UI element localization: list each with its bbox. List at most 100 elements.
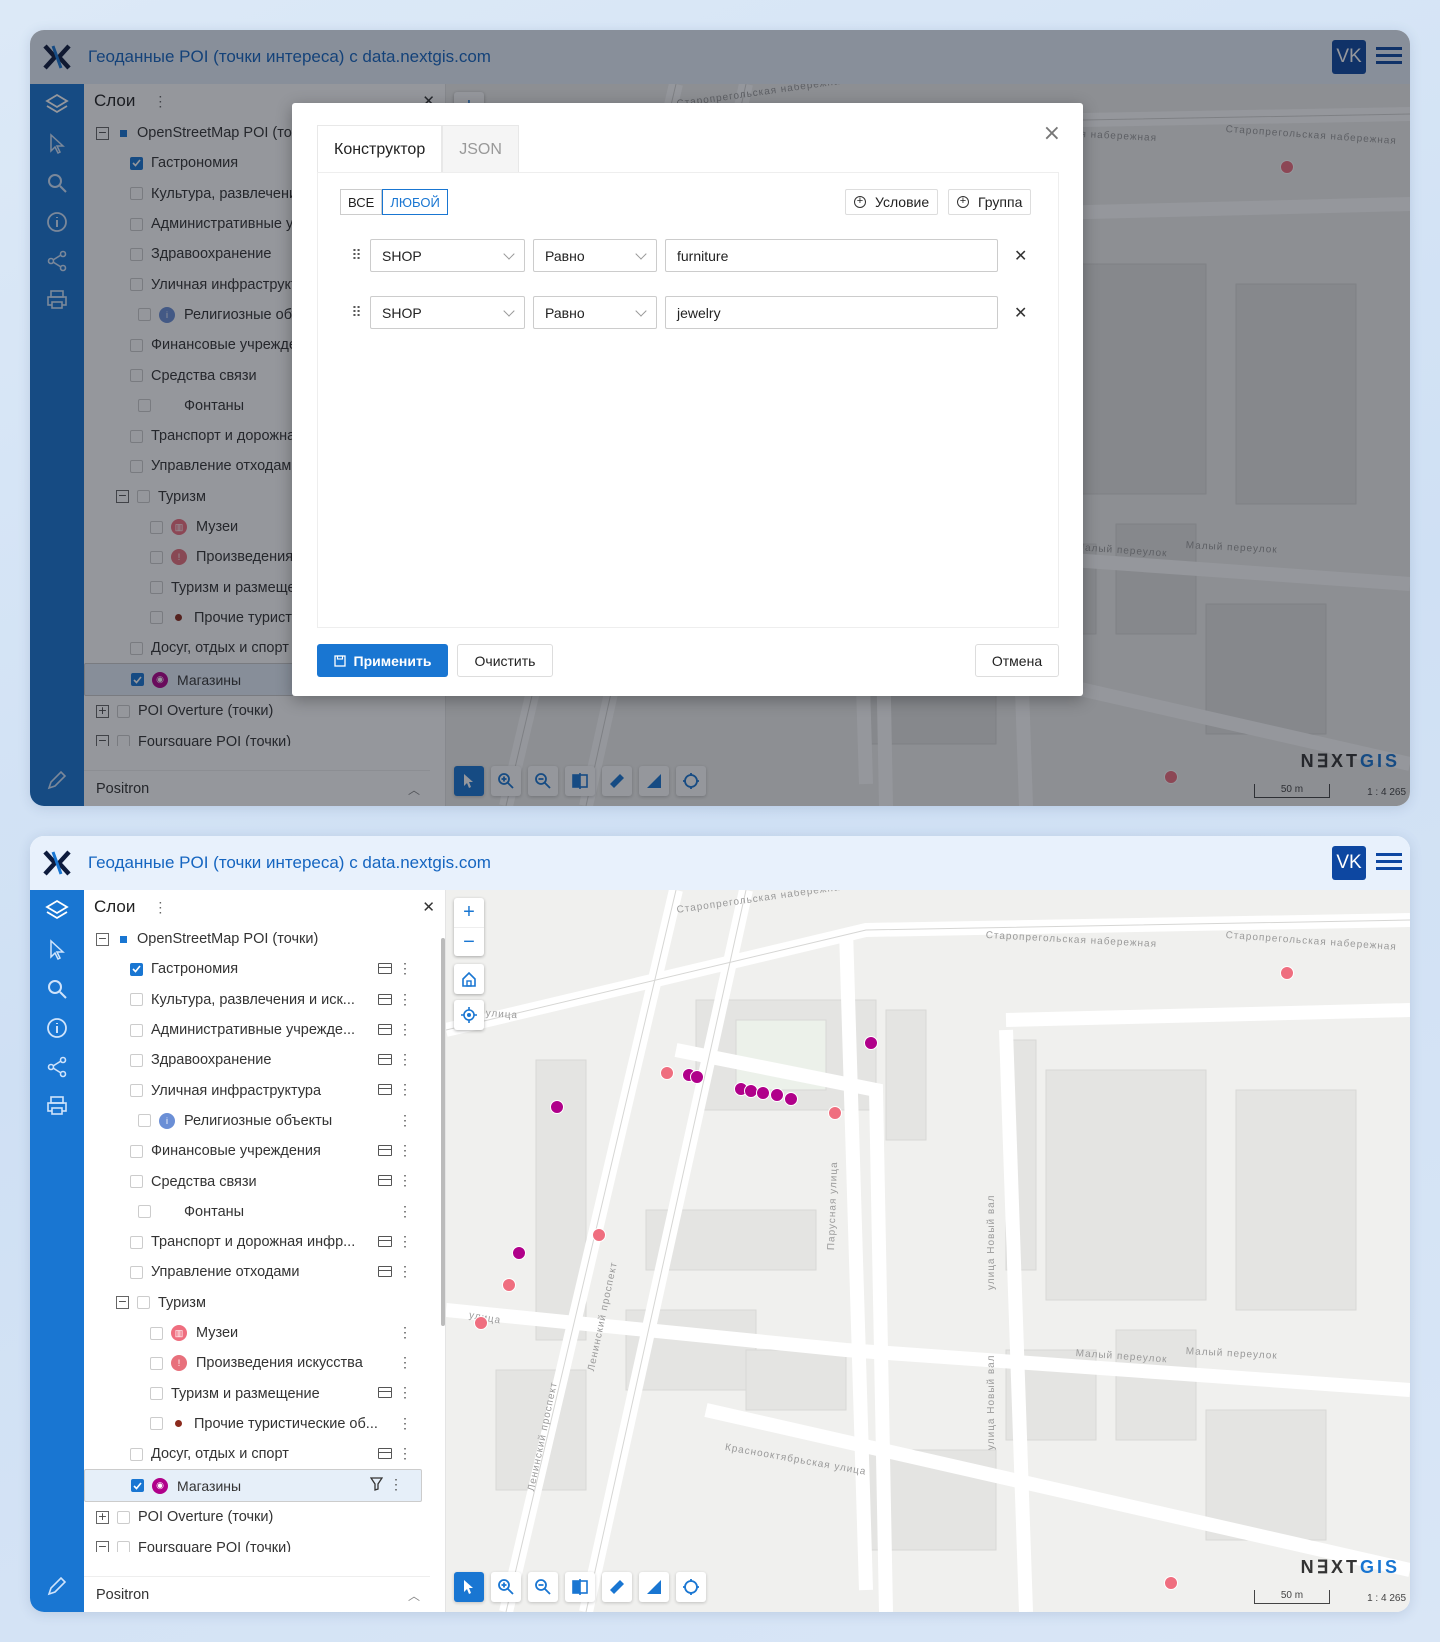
print-icon[interactable] [45,1094,69,1118]
map-view[interactable]: Старопрегольская набережнаяСтаропрегольс… [446,890,1410,1612]
attribute-table-icon[interactable] [378,993,392,1005]
attribute-table-icon[interactable] [378,1084,392,1096]
zoom-out-box-icon[interactable] [528,1572,558,1602]
layer-checkbox[interactable] [130,993,143,1007]
layer-checkbox[interactable] [150,1356,163,1370]
cursor-icon[interactable] [45,938,69,962]
nextgis-x-logo[interactable] [30,836,84,890]
add-condition-button[interactable]: + Условие [845,189,939,215]
layer-checkbox[interactable] [130,1023,143,1037]
select-cursor-icon[interactable] [454,1572,484,1602]
layer-checkbox[interactable] [150,1326,163,1340]
layer-menu-icon[interactable]: ⋮ [389,1476,403,1493]
layer-item[interactable]: Культура, развлечения и иск... ⋮ [84,985,430,1015]
operator-select[interactable]: Равно [533,296,657,329]
layer-checkbox[interactable] [130,1144,143,1158]
layer-item[interactable]: Здравоохранение ⋮ [84,1045,430,1075]
attribute-table-icon[interactable] [378,1235,392,1247]
zoom-out-icon[interactable]: − [454,927,484,956]
layer-item[interactable]: Досуг, отдых и спорт ⋮ [84,1439,430,1469]
layer-item-with-icon[interactable]: Фонтаны ⋮ [84,1197,430,1227]
layer-item[interactable]: ! Произведения искусства ⋮ [84,1348,430,1378]
value-input[interactable]: furniture [665,239,998,272]
layer-item[interactable]: Финансовые учреждения ⋮ [84,1136,430,1166]
layer-checkbox[interactable] [130,962,143,976]
layer-checkbox[interactable] [130,1175,143,1189]
layer-item-with-icon[interactable]: i Религиозные объекты ⋮ [84,1106,430,1136]
layer-menu-icon[interactable]: ⋮ [398,991,412,1008]
attribute-table-icon[interactable] [378,1448,392,1460]
clear-button[interactable]: Очистить [457,644,553,677]
layer-item[interactable]: Транспорт и дорожная инфр... ⋮ [84,1227,430,1257]
home-extent-icon[interactable] [454,964,484,994]
search-icon[interactable] [45,977,69,1001]
circle-tool-icon[interactable] [676,1572,706,1602]
attribute-table-icon[interactable] [378,1387,392,1399]
layer-menu-icon[interactable]: ⋮ [398,1445,412,1462]
match-any-button[interactable]: ЛЮБОЙ [382,189,448,215]
shop-poi-marker[interactable] [784,1092,798,1106]
shop-poi-marker[interactable] [550,1100,564,1114]
attribute-table-icon[interactable] [378,963,392,975]
basemap-selector[interactable]: Positron ︿ [84,1576,430,1612]
panel-menu-icon[interactable]: ⋮ [153,899,167,916]
layer-checkbox[interactable] [150,1387,163,1401]
shop-poi-marker[interactable] [864,1036,878,1050]
hamburger-menu-icon[interactable] [1376,850,1402,874]
layer-menu-icon[interactable]: ⋮ [398,1415,412,1432]
value-input[interactable]: jewelry [665,296,998,329]
layer-menu-icon[interactable]: ⋮ [398,1203,412,1220]
geolocate-icon[interactable] [454,1000,484,1030]
collapse-icon[interactable]: − [96,932,109,946]
layer-item[interactable]: Туризм и размещение ⋮ [84,1378,430,1408]
layer-menu-icon[interactable]: ⋮ [398,1112,412,1129]
cancel-button[interactable]: Отмена [975,644,1059,677]
collapse-icon[interactable]: − [116,1296,129,1310]
layer-menu-icon[interactable]: ⋮ [398,1081,412,1098]
layer-menu-icon[interactable]: ⋮ [398,1021,412,1038]
layer-checkbox[interactable] [130,1053,143,1067]
poi-marker[interactable] [660,1066,674,1080]
area-measure-icon[interactable] [639,1572,669,1602]
remove-condition-icon[interactable]: ✕ [1014,303,1027,322]
chevron-up-icon[interactable]: ︿ [408,1587,420,1604]
attribute-table-icon[interactable] [378,1145,392,1157]
poi-marker[interactable] [1164,1576,1178,1590]
attribute-table-icon[interactable] [378,1023,392,1035]
swipe-compare-icon[interactable] [565,1572,595,1602]
poi-marker[interactable] [474,1316,488,1330]
expand-icon[interactable]: + [96,1510,109,1524]
close-panel-icon[interactable]: ✕ [422,898,435,916]
close-dialog-icon[interactable]: × [1043,121,1061,146]
layer-checkbox[interactable] [130,1235,143,1249]
layer-item-shops[interactable]: ◉ Магазины ⋮ [84,1469,422,1503]
layer-menu-icon[interactable]: ⋮ [398,960,412,977]
poi-marker[interactable] [828,1106,842,1120]
layers-icon[interactable] [45,898,69,922]
shop-poi-marker[interactable] [690,1070,704,1084]
layer-checkbox[interactable] [130,1084,143,1098]
attribute-table-icon[interactable] [378,1175,392,1187]
layer-menu-icon[interactable]: ⋮ [398,1233,412,1250]
layer-menu-icon[interactable]: ⋮ [398,1172,412,1189]
layer-menu-icon[interactable]: ⋮ [398,1142,412,1159]
layer-item[interactable]: ▥ Музеи ⋮ [84,1318,430,1348]
poi-marker[interactable] [592,1228,606,1242]
drag-handle-icon[interactable]: ⠿ [343,304,370,321]
operator-select[interactable]: Равно [533,239,657,272]
layer-item[interactable]: Административные учрежде... ⋮ [84,1015,430,1045]
collapse-icon[interactable]: − [96,1541,109,1552]
apply-button[interactable]: Применить [317,644,448,677]
attribute-table-icon[interactable] [378,1054,392,1066]
remove-condition-icon[interactable]: ✕ [1014,246,1027,265]
zoom-in-box-icon[interactable] [491,1572,521,1602]
add-group-button[interactable]: + Группа [948,189,1032,215]
field-select[interactable]: SHOP [370,239,525,272]
filter-icon[interactable] [369,1477,384,1494]
layer-item[interactable]: Уличная инфраструктура ⋮ [84,1075,430,1105]
share-icon[interactable] [45,1055,69,1079]
layer-checkbox[interactable] [138,1114,151,1128]
layer-group-osm[interactable]: − OpenStreetMap POI (точки) [84,924,430,954]
layer-checkbox[interactable] [131,1479,144,1493]
layer-checkbox[interactable] [130,1447,143,1461]
